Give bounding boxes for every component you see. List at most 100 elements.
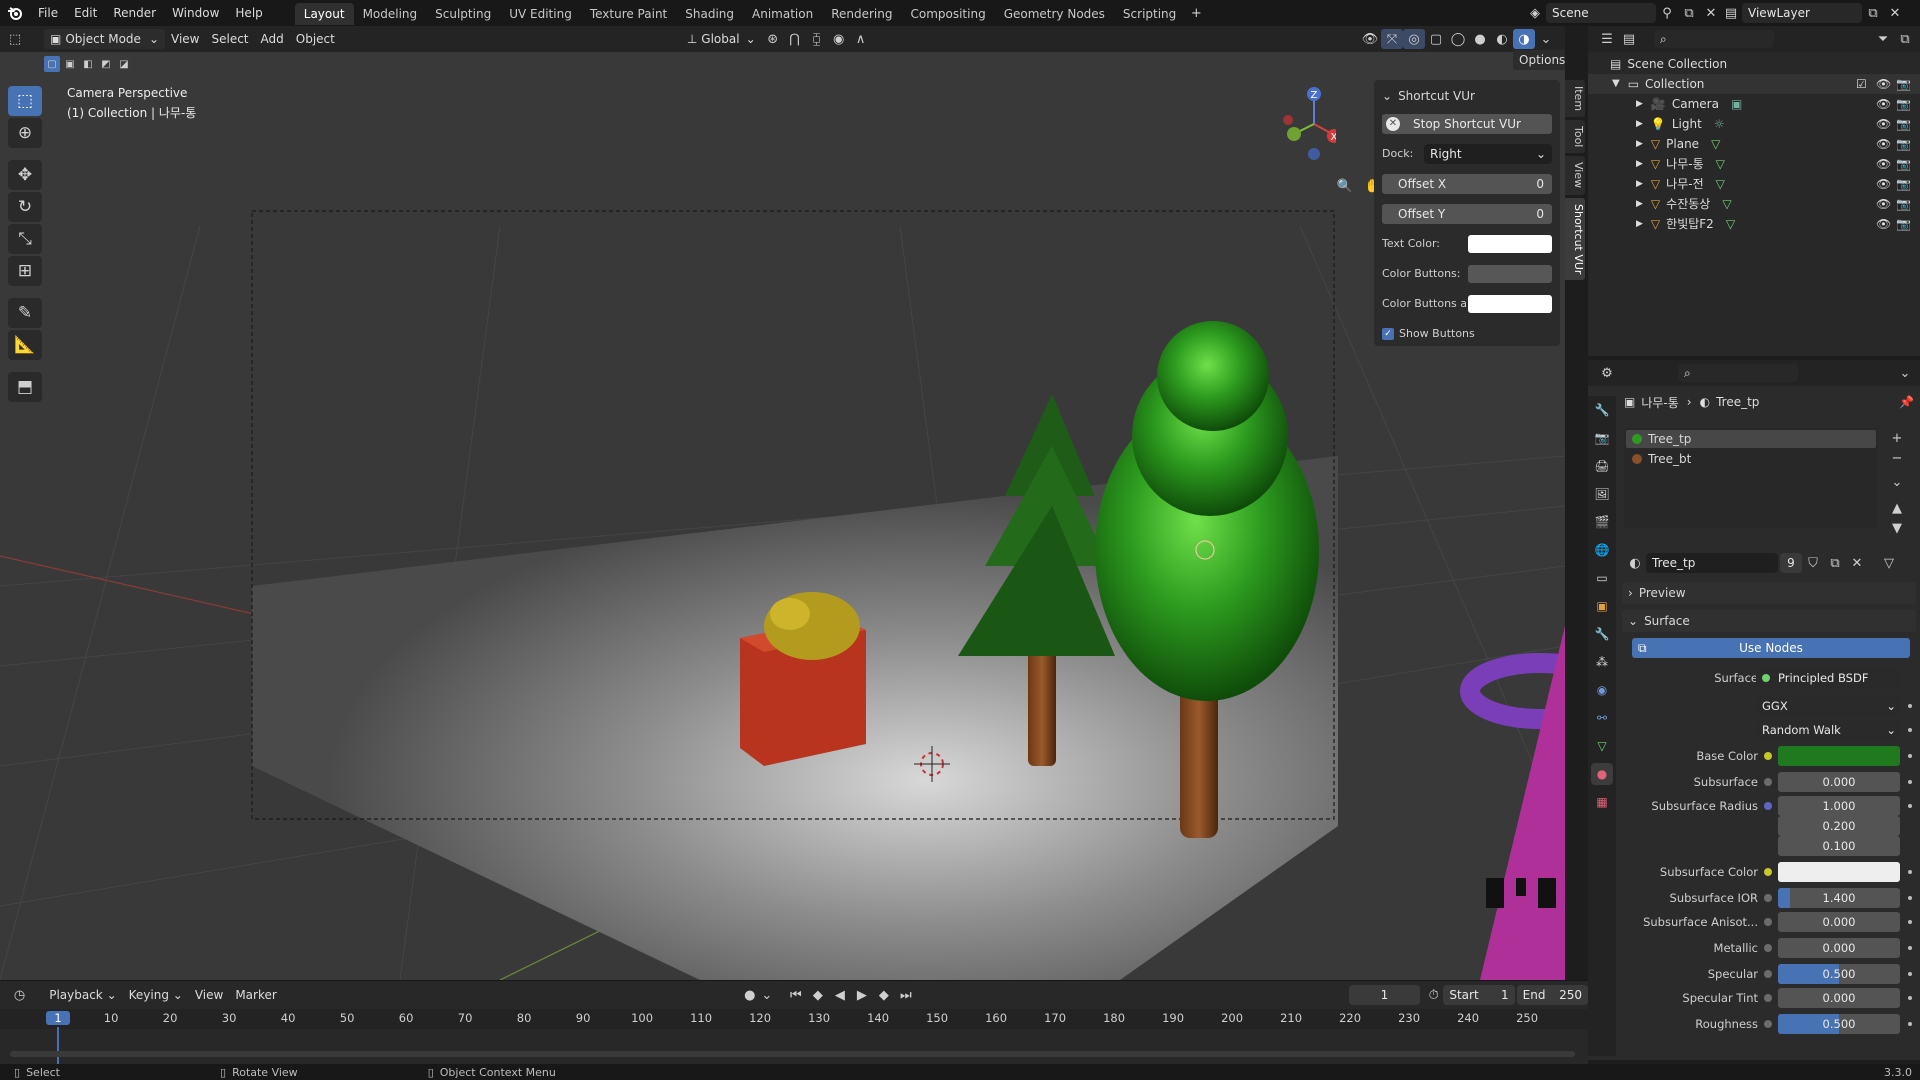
animate-dot-icon[interactable] xyxy=(1908,870,1912,874)
playback-menu[interactable]: Playback ⌄ xyxy=(43,985,122,1005)
camera-render-icon[interactable]: 📷 xyxy=(1896,74,1911,94)
visibility-icon[interactable]: 👁 xyxy=(1359,29,1381,49)
jump-start-icon[interactable]: ⏮ xyxy=(785,985,807,1005)
tab-compositing[interactable]: Compositing xyxy=(901,3,994,25)
camera-render-icon[interactable]: 📷 xyxy=(1896,134,1911,154)
delete-view-layer-icon[interactable]: ✕ xyxy=(1884,3,1906,23)
distribution-dropdown[interactable]: GGX ⌄ xyxy=(1756,696,1902,716)
offset-x-field[interactable]: Offset X 0 xyxy=(1382,174,1552,194)
outliner-search-input[interactable]: ⌕ xyxy=(1654,30,1774,48)
menu-render[interactable]: Render xyxy=(105,0,164,26)
add-cube-tool-icon[interactable]: ⬒ xyxy=(8,372,42,402)
end-frame-field[interactable]: End 250 xyxy=(1516,985,1588,1005)
tab-view[interactable]: View xyxy=(1565,156,1585,195)
eye-icon[interactable]: 👁 xyxy=(1876,154,1891,174)
dock-dropdown[interactable]: Right ⌄ xyxy=(1424,144,1552,164)
animate-dot-icon[interactable] xyxy=(1908,946,1912,950)
animate-dot-icon[interactable] xyxy=(1908,1022,1912,1026)
play-reverse-icon[interactable]: ◀ xyxy=(829,985,851,1005)
add-workspace-icon[interactable]: + xyxy=(1185,3,1207,23)
scene-name-field[interactable]: Scene xyxy=(1546,3,1656,23)
scene-icon[interactable]: ◈ xyxy=(1524,3,1546,23)
tab-texture-paint[interactable]: Texture Paint xyxy=(581,3,676,25)
frame-ruler[interactable]: 1 10 20 30 40 50 60 70 80 90 100 110 120 130 140 150 160… xyxy=(0,1009,1588,1067)
marker-menu[interactable]: Marker xyxy=(229,985,282,1005)
start-frame-field[interactable]: Start 1 xyxy=(1443,985,1515,1005)
delete-scene-icon[interactable]: ✕ xyxy=(1700,3,1722,23)
render-tab-icon[interactable]: 📷 xyxy=(1591,427,1613,449)
animate-dot-icon[interactable] xyxy=(1908,972,1912,976)
show-buttons-checkbox[interactable]: ✓ xyxy=(1382,328,1394,340)
constraints-tab-icon[interactable]: ⚯ xyxy=(1591,707,1613,729)
property-value-field[interactable]: 1.000 xyxy=(1778,796,1900,816)
tab-rendering[interactable]: Rendering xyxy=(822,3,901,25)
editor-type-icon[interactable]: ⬚ xyxy=(0,29,30,49)
current-frame-field[interactable]: 1 xyxy=(1348,985,1421,1005)
link-mode-icon[interactable]: ▽ xyxy=(1878,553,1900,573)
new-collection-icon[interactable]: ⧉ xyxy=(1894,29,1916,49)
user-count[interactable]: 9 xyxy=(1780,553,1802,573)
world-tab-icon[interactable]: 🌐 xyxy=(1591,539,1613,561)
new-scene-icon[interactable]: ⧉ xyxy=(1678,3,1700,23)
add-slot-icon[interactable]: + xyxy=(1886,428,1908,448)
falloff-icon[interactable]: ∧ xyxy=(850,29,872,49)
tab-modeling[interactable]: Modeling xyxy=(354,3,427,25)
view-layer-field[interactable]: ViewLayer xyxy=(1742,3,1862,23)
property-value-field[interactable]: 0.000 xyxy=(1778,988,1900,1008)
properties-search-input[interactable]: ⌕ xyxy=(1678,364,1798,382)
use-nodes-button[interactable]: ⧉ Use Nodes xyxy=(1632,638,1910,658)
property-value-field[interactable]: 1.400 xyxy=(1778,888,1900,908)
material-slot-tree-tp[interactable]: Tree_tp xyxy=(1626,430,1876,448)
scale-tool-icon[interactable]: ⤡ xyxy=(8,224,42,254)
property-value-field[interactable]: 0.000 xyxy=(1778,772,1900,792)
modifier-tab-icon[interactable]: 🔧 xyxy=(1591,623,1613,645)
eye-icon[interactable]: 👁 xyxy=(1876,94,1891,114)
view-layer-icon[interactable]: ▤ xyxy=(1720,3,1742,23)
select-difference-icon[interactable]: ◩ xyxy=(98,56,114,72)
3d-viewport[interactable]: ⬚ ▣ Object Mode ⌄ View Select Add Object… xyxy=(0,26,1565,980)
property-value-field[interactable]: 0.100 xyxy=(1778,836,1900,856)
navigation-gizmo[interactable]: Z X xyxy=(1276,84,1341,164)
animate-dot-icon[interactable] xyxy=(1908,704,1912,708)
outliner-item-camera[interactable]: ▶ 🎥 Camera ▣ 👁 📷 xyxy=(1588,94,1920,114)
eye-icon[interactable]: 👁 xyxy=(1876,194,1891,214)
gizmo-toggle-icon[interactable]: ⤧ xyxy=(1381,29,1403,49)
prev-keyframe-icon[interactable]: ◆ xyxy=(807,985,829,1005)
select-intersect-icon[interactable]: ◪ xyxy=(116,56,132,72)
camera-render-icon[interactable]: 📷 xyxy=(1896,94,1911,114)
menu-window[interactable]: Window xyxy=(164,0,227,26)
animate-dot-icon[interactable] xyxy=(1908,920,1912,924)
tab-shortcut-vur[interactable]: Shortcut VUr xyxy=(1565,197,1585,280)
object-tab-icon[interactable]: ▣ xyxy=(1591,595,1613,617)
camera-render-icon[interactable]: 📷 xyxy=(1896,154,1911,174)
rendered-shading-icon[interactable]: ◑ xyxy=(1513,29,1535,49)
panel-header[interactable]: ⌄ Shortcut VUr xyxy=(1382,86,1552,106)
output-tab-icon[interactable]: 🖨 xyxy=(1591,455,1613,477)
animate-dot-icon[interactable] xyxy=(1908,780,1912,784)
tab-scripting[interactable]: Scripting xyxy=(1114,3,1185,25)
timeline-scrollbar[interactable] xyxy=(10,1051,1575,1057)
tab-tool[interactable]: Tool xyxy=(1565,120,1585,154)
move-down-icon[interactable]: ▼ xyxy=(1886,518,1908,538)
outliner-item-tree-front[interactable]: ▶ ▽ 나무-전 ▽ 👁 📷 xyxy=(1588,174,1920,194)
camera-render-icon[interactable]: 📷 xyxy=(1896,194,1911,214)
new-view-layer-icon[interactable]: ⧉ xyxy=(1862,3,1884,23)
eye-icon[interactable]: 👁 xyxy=(1876,174,1891,194)
collection-tab-icon[interactable]: ▭ xyxy=(1591,567,1613,589)
wireframe-shading-icon[interactable]: ◯ xyxy=(1447,29,1469,49)
animate-dot-icon[interactable] xyxy=(1908,804,1912,808)
display-mode-icon[interactable]: ▤ xyxy=(1618,29,1640,49)
color-buttons-swatch[interactable] xyxy=(1468,265,1552,283)
scene-tab-icon[interactable]: 🎬 xyxy=(1591,511,1613,533)
property-value-field[interactable]: 0.000 xyxy=(1778,938,1900,958)
record-icon[interactable]: ● xyxy=(739,985,761,1005)
tab-item[interactable]: Item xyxy=(1565,80,1585,118)
eye-icon[interactable]: 👁 xyxy=(1876,214,1891,234)
menu-view[interactable]: View xyxy=(165,29,205,49)
animate-dot-icon[interactable] xyxy=(1908,896,1912,900)
transform-tool-icon[interactable]: ⊞ xyxy=(8,256,42,286)
annotate-tool-icon[interactable]: ✎ xyxy=(8,298,42,328)
cursor-tool-icon[interactable]: ⊕ xyxy=(8,118,42,148)
options-button[interactable]: Options xyxy=(1513,50,1565,70)
surface-shader-field[interactable]: Principled BSDF xyxy=(1756,668,1902,688)
